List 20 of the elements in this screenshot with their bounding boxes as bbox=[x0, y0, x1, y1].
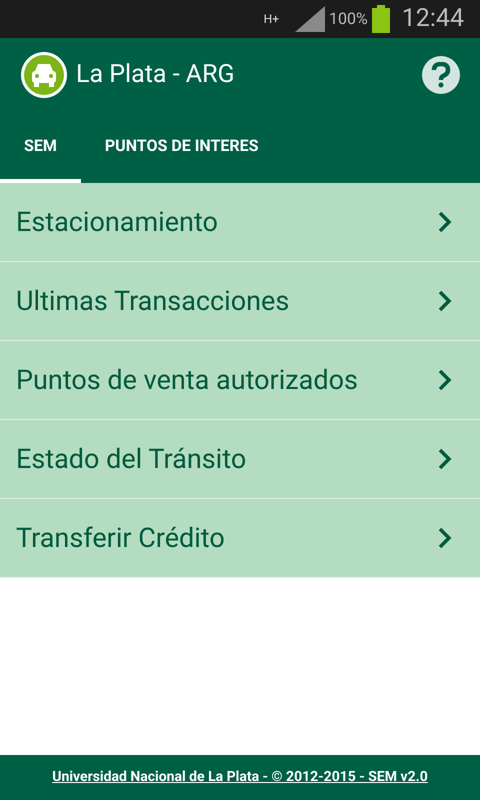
app-title: La Plata - ARG bbox=[76, 59, 236, 92]
signal-icon bbox=[295, 6, 326, 32]
battery-icon bbox=[372, 5, 390, 33]
menu-item[interactable]: Transferir Crédito bbox=[0, 499, 480, 578]
tab[interactable]: PUNTOS DE INTERES bbox=[80, 112, 282, 183]
car-logo-icon bbox=[20, 51, 68, 99]
menu-item[interactable]: Estado del Tránsito bbox=[0, 420, 480, 499]
battery-percentage: 100% bbox=[329, 8, 368, 30]
clock: 12:44 bbox=[402, 3, 464, 36]
chevron-right-icon bbox=[438, 448, 452, 470]
menu-item[interactable]: Ultimas Transacciones bbox=[0, 262, 480, 341]
chevron-right-icon bbox=[438, 527, 452, 549]
footer-link[interactable]: Universidad Nacional de La Plata - © 2012-2015 - SEM v2.0 bbox=[52, 767, 428, 788]
network-type: H+ bbox=[264, 13, 280, 25]
help-icon[interactable] bbox=[422, 56, 460, 94]
chevron-right-icon bbox=[438, 369, 452, 391]
chevron-right-icon bbox=[438, 211, 452, 233]
menu-item[interactable]: Estacionamiento bbox=[0, 183, 480, 262]
chevron-right-icon bbox=[438, 290, 452, 312]
menu-item[interactable]: Puntos de venta autorizados bbox=[0, 341, 480, 420]
